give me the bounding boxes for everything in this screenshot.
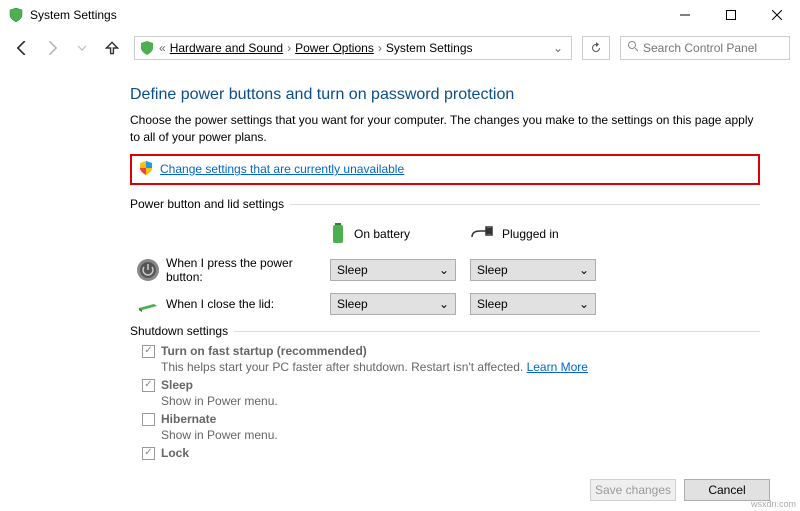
sleep-label: Sleep	[161, 378, 193, 392]
address-bar[interactable]: « Hardware and Sound › Power Options › S…	[134, 36, 572, 60]
back-button[interactable]	[10, 36, 34, 60]
fast-startup-checkbox[interactable]	[142, 345, 155, 358]
col-on-battery: On battery	[330, 221, 470, 248]
lock-checkbox[interactable]	[142, 447, 155, 460]
power-button-plugged-select[interactable]: Sleep⌄	[470, 259, 596, 281]
lock-row: Lock	[142, 446, 760, 460]
row-power-button: When I press the power button: Sleep⌄ Sl…	[130, 256, 760, 284]
search-box[interactable]	[620, 36, 790, 60]
window-controls	[662, 0, 800, 30]
breadcrumb-hardware-sound[interactable]: Hardware and Sound	[170, 41, 283, 55]
hibernate-desc: Show in Power menu.	[161, 428, 760, 442]
refresh-button[interactable]	[582, 36, 610, 60]
breadcrumb-power-options[interactable]: Power Options	[295, 41, 374, 55]
close-lid-label: When I close the lid:	[166, 297, 330, 311]
up-button[interactable]	[100, 36, 124, 60]
sleep-checkbox[interactable]	[142, 379, 155, 392]
column-headers: On battery Plugged in	[130, 221, 760, 248]
lock-label: Lock	[161, 446, 189, 460]
chevron-down-icon: ⌄	[439, 297, 449, 311]
sleep-desc: Show in Power menu.	[161, 394, 760, 408]
breadcrumb-system-settings: System Settings	[386, 41, 473, 55]
learn-more-link[interactable]: Learn More	[527, 360, 588, 374]
section-shutdown: Shutdown settings	[130, 324, 760, 338]
fast-startup-row: Turn on fast startup (recommended)	[142, 344, 760, 358]
window-title: System Settings	[30, 8, 117, 22]
footer-buttons: Save changes Cancel	[590, 479, 770, 501]
watermark: wsxdn.com	[751, 499, 796, 509]
cancel-button[interactable]: Cancel	[684, 479, 770, 501]
page-description: Choose the power settings that you want …	[130, 112, 760, 146]
close-button[interactable]	[754, 0, 800, 30]
battery-icon	[330, 221, 346, 248]
breadcrumb-root: «	[155, 41, 170, 55]
power-button-battery-select[interactable]: Sleep⌄	[330, 259, 456, 281]
maximize-button[interactable]	[708, 0, 754, 30]
chevron-down-icon: ⌄	[579, 263, 589, 277]
change-settings-highlight: Change settings that are currently unava…	[130, 154, 760, 185]
lid-plugged-select[interactable]: Sleep⌄	[470, 293, 596, 315]
lid-icon	[130, 292, 166, 316]
section-power-lid: Power button and lid settings	[130, 197, 760, 211]
shutdown-settings: Turn on fast startup (recommended) This …	[130, 344, 760, 460]
hibernate-checkbox[interactable]	[142, 413, 155, 426]
change-settings-link[interactable]: Change settings that are currently unava…	[160, 162, 404, 176]
save-changes-button[interactable]: Save changes	[590, 479, 676, 501]
chevron-down-icon: ⌄	[579, 297, 589, 311]
power-button-icon	[130, 258, 166, 282]
plug-icon	[470, 225, 494, 244]
search-icon	[627, 40, 639, 55]
minimize-button[interactable]	[662, 0, 708, 30]
fast-startup-label: Turn on fast startup (recommended)	[161, 344, 367, 358]
hibernate-row: Hibernate	[142, 412, 760, 426]
col-plugged-in: Plugged in	[470, 225, 610, 244]
nav-toolbar: « Hardware and Sound › Power Options › S…	[0, 30, 800, 66]
forward-button[interactable]	[40, 36, 64, 60]
page-heading: Define power buttons and turn on passwor…	[130, 86, 760, 104]
search-input[interactable]	[643, 41, 783, 55]
titlebar: System Settings	[0, 0, 800, 30]
row-close-lid: When I close the lid: Sleep⌄ Sleep⌄	[130, 292, 760, 316]
chevron-down-icon[interactable]: ⌄	[549, 41, 567, 55]
lid-battery-select[interactable]: Sleep⌄	[330, 293, 456, 315]
content-area: Define power buttons and turn on passwor…	[0, 66, 800, 460]
fast-startup-desc: This helps start your PC faster after sh…	[161, 360, 760, 374]
chevron-right-icon: ›	[283, 41, 295, 55]
chevron-right-icon: ›	[374, 41, 386, 55]
power-button-label: When I press the power button:	[166, 256, 330, 284]
uac-shield-icon	[138, 160, 154, 179]
chevron-down-icon: ⌄	[439, 263, 449, 277]
shield-icon	[139, 40, 155, 56]
recent-dropdown[interactable]	[70, 36, 94, 60]
hibernate-label: Hibernate	[161, 412, 216, 426]
sleep-row: Sleep	[142, 378, 760, 392]
shield-icon	[8, 7, 24, 23]
